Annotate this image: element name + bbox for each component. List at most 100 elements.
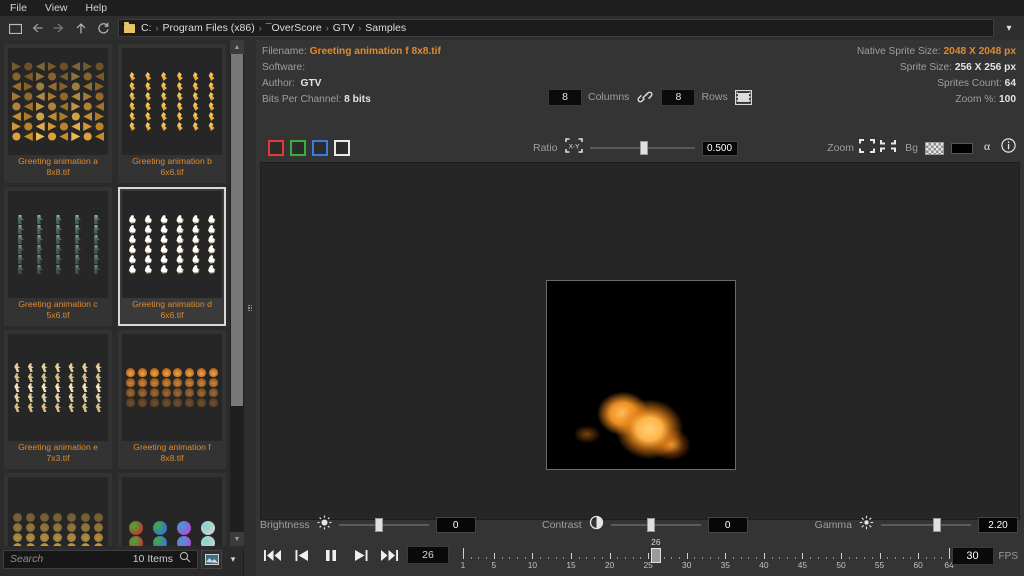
refresh-button[interactable]: [92, 17, 114, 39]
current-frame-input[interactable]: 26: [407, 546, 449, 564]
menu-item-help[interactable]: Help: [86, 0, 108, 16]
filmstrip-icon[interactable]: [734, 88, 754, 106]
timeline-playhead[interactable]: [651, 548, 661, 563]
brightness-slider-knob[interactable]: [375, 518, 383, 532]
panel-splitter[interactable]: [244, 40, 256, 576]
timeline[interactable]: 15101520253035404550556064 26: [456, 538, 956, 576]
forward-button[interactable]: [48, 17, 70, 39]
contrast-value[interactable]: 0: [708, 517, 748, 533]
sprite-size-label: Sprite Size:: [900, 62, 952, 73]
sprite-cell: [53, 383, 62, 392]
contrast-slider-knob[interactable]: [647, 518, 655, 532]
menu-item-view[interactable]: View: [45, 0, 68, 16]
contrast-slider[interactable]: [611, 518, 701, 532]
thumbnail-item[interactable]: [118, 473, 226, 546]
up-button[interactable]: [70, 17, 92, 39]
sprite-cell: [207, 215, 216, 224]
sprite-cell: [40, 533, 49, 542]
channel-alpha-button[interactable]: [334, 140, 350, 156]
black-swatch-icon[interactable]: [951, 143, 973, 154]
menu-item-file[interactable]: File: [10, 0, 27, 16]
gamma-control: Gamma 2.20: [815, 515, 1018, 535]
rows-input[interactable]: 8: [661, 89, 695, 106]
gamma-slider-knob[interactable]: [933, 518, 941, 532]
sprite-cell: [191, 112, 200, 121]
channel-red-button[interactable]: [268, 140, 284, 156]
metadata-software-row: Software:: [262, 60, 441, 76]
sprite-cell: [150, 398, 159, 407]
sprite-sheet-preview: [8, 334, 108, 441]
checker-swatch-icon[interactable]: [925, 142, 944, 155]
browser-scrollbar[interactable]: ▲ ▼: [230, 40, 244, 546]
zoom-actual-icon[interactable]: [880, 139, 896, 158]
alpha-icon[interactable]: α: [980, 139, 994, 158]
thumbnail-item[interactable]: Greeting animation e7x3.tif: [4, 330, 112, 469]
thumbnail-item[interactable]: Greeting animation a8x8.tif: [4, 44, 112, 183]
breadcrumb[interactable]: C: › Program Files (x86) › ¯OverScore › …: [118, 19, 994, 37]
sprite-cell: [162, 368, 171, 377]
thumbnail-item[interactable]: Greeting animation b6x6.tif: [118, 44, 226, 183]
sprite-cell: [94, 373, 103, 382]
playhead-frame-label: 26: [651, 537, 660, 547]
channel-green-button[interactable]: [290, 140, 306, 156]
sprite-cell: [173, 368, 182, 377]
brightness-slider[interactable]: [339, 518, 429, 532]
breadcrumb-segment-gtv[interactable]: GTV: [333, 22, 355, 34]
pause-button[interactable]: [320, 544, 342, 566]
asset-browser-panel: Greeting animation a8x8.tifGreeting anim…: [0, 40, 244, 576]
timeline-tick: [540, 557, 541, 559]
chain-link-icon[interactable]: [635, 88, 655, 106]
breadcrumb-separator: ›: [259, 23, 262, 33]
image-view-icon[interactable]: [201, 550, 222, 569]
info-icon[interactable]: [1001, 138, 1016, 158]
sprite-cell: [67, 403, 76, 412]
timeline-tick: [872, 557, 873, 559]
skip-to-end-button[interactable]: [378, 544, 400, 566]
browser-view-chevron-down-icon[interactable]: ▾: [225, 550, 241, 569]
breadcrumb-segment-program-files[interactable]: Program Files (x86): [163, 22, 255, 34]
zoom-control-group: Zoom: [827, 139, 896, 158]
search-input[interactable]: Search 10 Items: [3, 550, 198, 569]
back-button[interactable]: [26, 17, 48, 39]
skip-to-start-button[interactable]: [262, 544, 284, 566]
gamma-value[interactable]: 2.20: [978, 517, 1018, 533]
zoom-fit-icon[interactable]: [859, 139, 875, 158]
chevron-down-icon[interactable]: ▾: [998, 18, 1020, 38]
scroll-up-button[interactable]: ▲: [230, 40, 244, 54]
columns-input[interactable]: 8: [548, 89, 582, 106]
timeline-tick: [810, 557, 811, 559]
sprite-preview-frame[interactable]: [546, 280, 736, 470]
thumbnail-item[interactable]: Greeting animation f 8x8.tif: [118, 330, 226, 469]
brightness-value[interactable]: 0: [436, 517, 476, 533]
scroll-down-button[interactable]: ▼: [230, 532, 244, 546]
xy-ratio-icon[interactable]: X-Y: [565, 138, 583, 158]
thumbnail-label-line2: 6x6.tif: [124, 167, 220, 178]
sprite-cell: [16, 255, 25, 264]
previous-frame-button[interactable]: [291, 544, 313, 566]
magnifier-icon[interactable]: [179, 550, 191, 568]
ratio-value[interactable]: 0.500: [702, 141, 738, 156]
thumbnail-item[interactable]: [4, 473, 112, 546]
timeline-tick: [926, 557, 927, 559]
timeline-tick: [671, 557, 672, 559]
fps-input[interactable]: 30: [952, 547, 994, 565]
sprite-canvas[interactable]: [260, 162, 1020, 520]
sprite-cell: [128, 265, 137, 274]
gamma-slider[interactable]: [881, 518, 971, 532]
thumbnail-item[interactable]: Greeting animation c 5x6.tif: [4, 187, 112, 326]
sprite-cell: [175, 235, 184, 244]
next-frame-button[interactable]: [349, 544, 371, 566]
sprite-cell: [209, 398, 218, 407]
folder-icon: [124, 24, 135, 33]
channel-blue-button[interactable]: [312, 140, 328, 156]
scrollbar-track[interactable]: [230, 54, 244, 532]
breadcrumb-segment-samples[interactable]: Samples: [365, 22, 406, 34]
breadcrumb-segment-drive[interactable]: C:: [141, 22, 152, 34]
ratio-slider[interactable]: [590, 141, 695, 155]
thumbnail-item[interactable]: Greeting animation d6x6.tif: [118, 187, 226, 326]
ratio-slider-knob[interactable]: [640, 141, 648, 155]
thumbnail-grid[interactable]: Greeting animation a8x8.tifGreeting anim…: [0, 40, 230, 546]
breadcrumb-segment-overscore[interactable]: ¯OverScore: [266, 22, 322, 34]
scrollbar-thumb[interactable]: [231, 54, 243, 406]
open-folder-button[interactable]: [4, 17, 26, 39]
